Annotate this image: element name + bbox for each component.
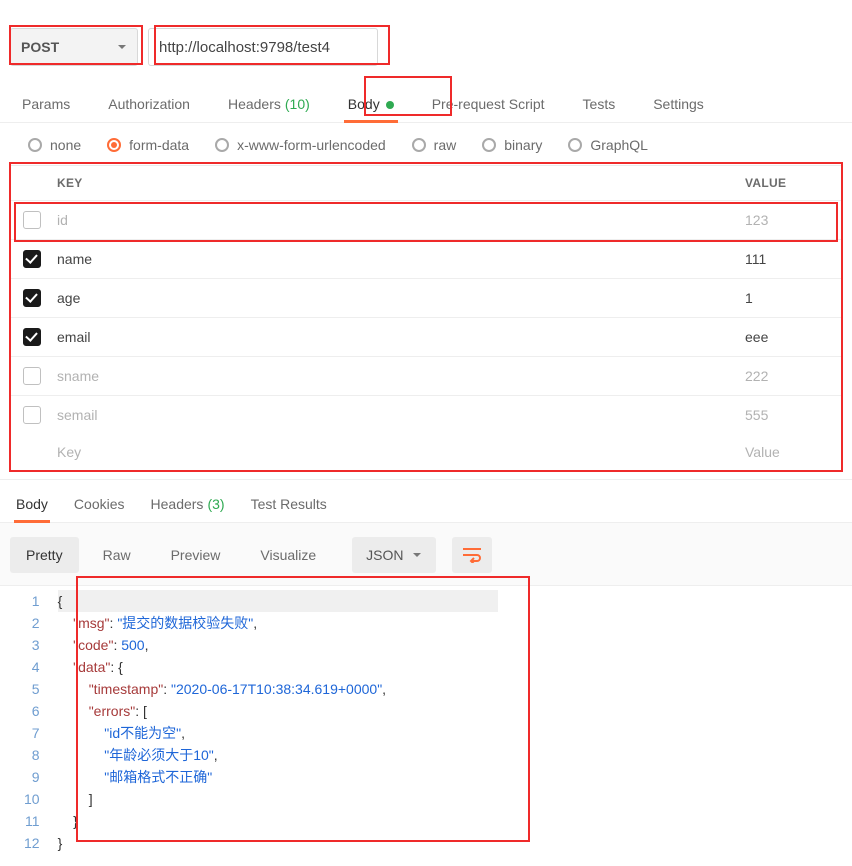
method-select[interactable]: POST xyxy=(10,28,138,66)
key-cell[interactable]: name xyxy=(53,241,741,277)
radio-icon xyxy=(568,138,582,152)
value-cell[interactable]: 555 xyxy=(741,397,841,433)
res-tab-headers-label: Headers xyxy=(151,496,204,512)
view-visualize-button[interactable]: Visualize xyxy=(244,537,332,573)
tab-headers-label: Headers xyxy=(228,96,281,112)
new-value-input[interactable]: Value xyxy=(741,434,841,470)
table-row: age1 xyxy=(11,279,841,318)
table-header: KEY VALUE xyxy=(11,166,841,201)
value-cell[interactable]: 1 xyxy=(741,280,841,316)
view-raw-button[interactable]: Raw xyxy=(87,537,147,573)
table-row: sname222 xyxy=(11,357,841,396)
body-type-selector: none form-data x-www-form-urlencoded raw… xyxy=(0,123,852,165)
chevron-down-icon xyxy=(117,42,127,52)
chevron-down-icon xyxy=(412,550,422,560)
table-row: semail555 xyxy=(11,396,841,434)
body-type-raw[interactable]: raw xyxy=(412,137,457,153)
key-cell[interactable]: sname xyxy=(53,358,741,394)
wrap-icon xyxy=(462,547,482,563)
radio-icon xyxy=(107,138,121,152)
view-pretty-button[interactable]: Pretty xyxy=(10,537,79,573)
tab-settings[interactable]: Settings xyxy=(649,90,708,122)
wrap-lines-button[interactable] xyxy=(452,537,492,573)
key-cell[interactable]: email xyxy=(53,319,741,355)
radio-icon xyxy=(412,138,426,152)
body-modified-indicator-icon xyxy=(386,101,394,109)
col-key: KEY xyxy=(53,166,741,200)
response-tabs: Body Cookies Headers(3) Test Results xyxy=(0,479,852,522)
table-row: id123 xyxy=(11,201,841,240)
tab-tests[interactable]: Tests xyxy=(579,90,620,122)
res-tab-body[interactable]: Body xyxy=(14,492,50,522)
tab-body-label: Body xyxy=(348,96,380,112)
row-checkbox[interactable] xyxy=(23,328,41,346)
format-label: JSON xyxy=(366,547,403,563)
col-value: VALUE xyxy=(741,166,841,200)
response-toolbar: Pretty Raw Preview Visualize JSON xyxy=(0,522,852,586)
key-cell[interactable]: semail xyxy=(53,397,741,433)
row-checkbox[interactable] xyxy=(23,250,41,268)
row-checkbox[interactable] xyxy=(23,367,41,385)
new-key-input[interactable]: Key xyxy=(53,434,741,470)
body-type-xwww[interactable]: x-www-form-urlencoded xyxy=(215,137,386,153)
res-tab-headers[interactable]: Headers(3) xyxy=(149,492,227,522)
res-headers-count-badge: (3) xyxy=(207,496,224,512)
tab-body[interactable]: Body xyxy=(344,90,398,122)
value-cell[interactable]: eee xyxy=(741,319,841,355)
table-row: emaileee xyxy=(11,318,841,357)
body-type-formdata[interactable]: form-data xyxy=(107,137,189,153)
body-type-graphql[interactable]: GraphQL xyxy=(568,137,648,153)
key-cell[interactable]: age xyxy=(53,280,741,316)
res-tab-cookies[interactable]: Cookies xyxy=(72,492,127,522)
radio-icon xyxy=(215,138,229,152)
key-cell[interactable]: id xyxy=(53,202,741,238)
res-tab-testresults[interactable]: Test Results xyxy=(249,492,329,522)
tab-params[interactable]: Params xyxy=(18,90,74,122)
row-checkbox[interactable] xyxy=(23,289,41,307)
format-select[interactable]: JSON xyxy=(352,537,435,573)
radio-icon xyxy=(28,138,42,152)
row-checkbox[interactable] xyxy=(23,406,41,424)
request-tabs: Params Authorization Headers(10) Body Pr… xyxy=(0,80,852,123)
headers-count-badge: (10) xyxy=(285,96,310,112)
view-preview-button[interactable]: Preview xyxy=(155,537,237,573)
value-cell[interactable]: 222 xyxy=(741,358,841,394)
value-cell[interactable]: 123 xyxy=(741,202,841,238)
table-row: name111 xyxy=(11,240,841,279)
body-type-none[interactable]: none xyxy=(28,137,81,153)
tab-authorization[interactable]: Authorization xyxy=(104,90,194,122)
method-label: POST xyxy=(21,39,59,55)
row-checkbox[interactable] xyxy=(23,211,41,229)
formdata-table: KEY VALUE id123name111age1emaileeesname2… xyxy=(10,165,842,471)
value-cell[interactable]: 111 xyxy=(741,241,841,277)
radio-icon xyxy=(482,138,496,152)
url-input[interactable] xyxy=(148,28,378,66)
formdata-new-row[interactable]: Key Value xyxy=(11,434,841,470)
response-body[interactable]: 123456789101112 { "msg": "提交的数据校验失败", "c… xyxy=(0,586,852,866)
tab-headers[interactable]: Headers(10) xyxy=(224,90,314,122)
tab-prerequest[interactable]: Pre-request Script xyxy=(428,90,549,122)
body-type-binary[interactable]: binary xyxy=(482,137,542,153)
